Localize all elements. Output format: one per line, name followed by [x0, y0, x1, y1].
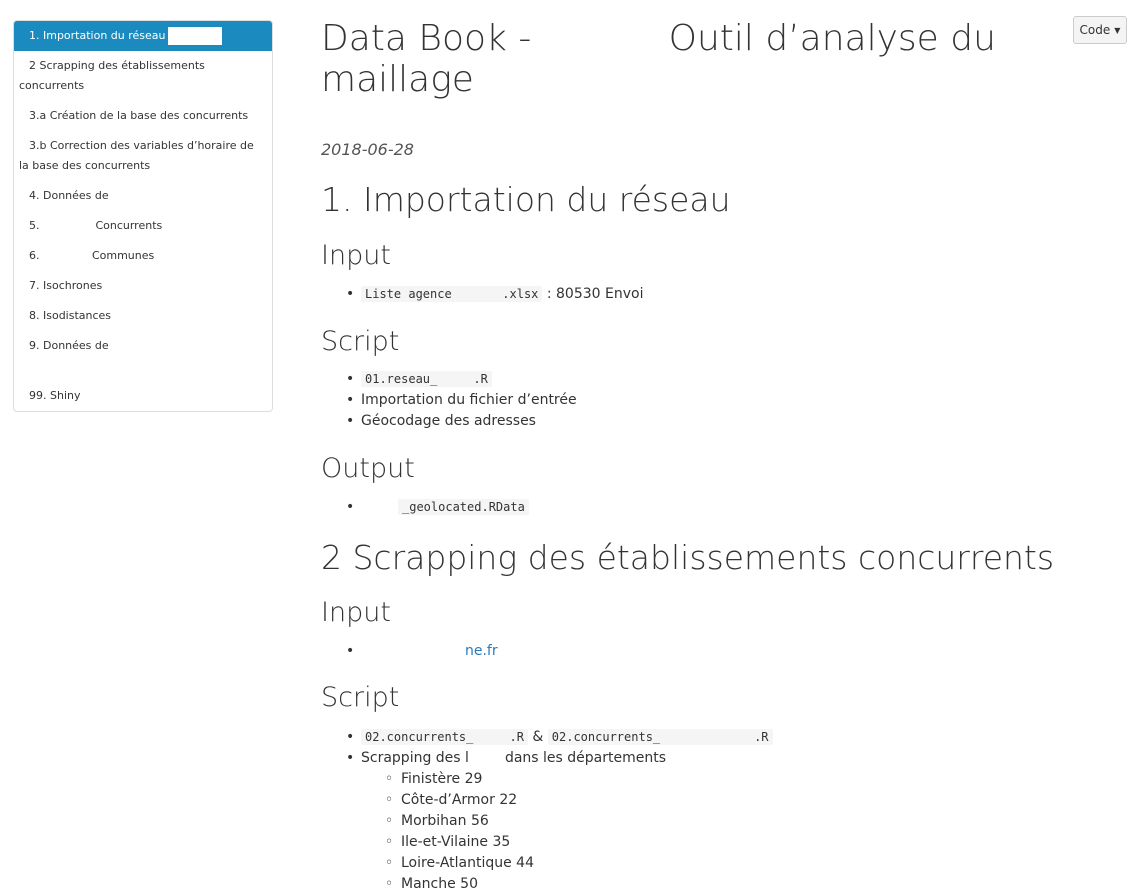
input-description: : 80530 Envoi — [546, 286, 644, 302]
toc-item-label: 3.a Création de la base des concurrents — [29, 109, 249, 122]
section1-output-heading: Output — [321, 453, 415, 484]
table-of-contents: 1. Importation du réseau 2 Scrapping des… — [13, 20, 273, 412]
caret-down-icon: ▼ — [1114, 25, 1121, 35]
list-item-text: Géocodage des adresses — [361, 413, 536, 429]
list-item: _geolocated.RData — [321, 497, 921, 518]
list-item: Ile-et-Vilaine 35 — [361, 832, 961, 853]
section1-output-list: _geolocated.RData — [321, 497, 921, 518]
section1-input-list: Liste agence .xlsx : 80530 Envoi — [321, 284, 921, 305]
toc-item-communes[interactable]: 6. Communes — [14, 241, 272, 271]
toc-item-label: 9. Données de — [29, 339, 109, 352]
toc-item-label: 4. Données de — [29, 189, 109, 202]
code-dropdown-button[interactable]: Code ▼ — [1073, 16, 1127, 44]
list-item: 01.reseau_ .R — [321, 369, 921, 390]
list-item: Côte-d’Armor 22 — [361, 790, 961, 811]
page-date: 2018-06-28 — [321, 140, 414, 159]
toc-item-label: 7. Isochrones — [29, 279, 103, 292]
section2-script-heading: Script — [321, 682, 400, 713]
scrap-text-start: Scrapping des l — [361, 750, 469, 766]
section2-input-heading: Input — [321, 597, 391, 628]
section1-script-heading: Script — [321, 326, 400, 357]
toc-item-donnees-9[interactable]: 9. Données de — [14, 331, 272, 381]
ampersand: & — [532, 729, 544, 745]
script-filename-a: 02.concurrents_ .R — [361, 729, 528, 745]
list-item: 02.concurrents_ .R & 02.concurrents_ .R — [321, 727, 961, 748]
script-filename: 01.reseau_ .R — [361, 371, 492, 387]
list-item: Manche 50 — [361, 874, 961, 895]
toc-item-isodistances[interactable]: 8. Isodistances — [14, 301, 272, 331]
toc-item-label: 1. Importation du réseau — [29, 29, 166, 42]
list-item-text: Importation du fichier d’entrée — [361, 392, 577, 408]
section2-input-list: ne.fr — [321, 641, 921, 662]
section2-script-list: 02.concurrents_ .R & 02.concurrents_ .R … — [321, 727, 961, 895]
list-item: Importation du fichier d’entrée — [321, 390, 921, 411]
source-link[interactable]: ne.fr — [465, 643, 498, 659]
section-heading-importation: 1. Importation du réseau — [321, 180, 731, 219]
toc-item-label: 8. Isodistances — [29, 309, 112, 322]
toc-item-creation-base[interactable]: 3.a Création de la base des concurrents — [14, 101, 272, 131]
toc-item-scrapping[interactable]: 2 Scrapping des établissements concurren… — [14, 51, 272, 101]
script-filename-b: 02.concurrents_ .R — [547, 729, 773, 745]
list-item: Scrapping des l dans les départements Fin… — [321, 748, 961, 895]
code-button-label: Code — [1079, 23, 1111, 37]
input-filename: Liste agence .xlsx — [361, 286, 543, 302]
toc-item-concurrents[interactable]: 5. Concurrents — [14, 211, 272, 241]
toc-item-label: 2 Scrapping des établissements concurren… — [19, 59, 205, 92]
section-heading-scrapping: 2 Scrapping des établissements concurren… — [321, 538, 1055, 577]
scrap-text-end: dans les départements — [504, 750, 666, 766]
list-item: ne.fr — [321, 641, 921, 662]
toc-item-correction-horaire[interactable]: 3.b Correction des variables d’horaire d… — [14, 131, 272, 181]
page-title: Data Book - Outil d’analyse du maillage — [321, 18, 1008, 100]
toc-item-label: 3.b Correction des variables d’horaire d… — [19, 139, 254, 172]
list-item: Morbihan 56 — [361, 811, 961, 832]
output-filename: _geolocated.RData — [398, 499, 529, 515]
list-item: Géocodage des adresses — [321, 411, 921, 432]
departments-list: Finistère 29 Côte-d’Armor 22 Morbihan 56… — [361, 769, 961, 895]
list-item: Loire-Atlantique 44 — [361, 853, 961, 874]
toc-item-donnees-4[interactable]: 4. Données de — [14, 181, 272, 211]
toc-item-label: 99. Shiny — [29, 389, 81, 402]
list-item: Finistère 29 — [361, 769, 961, 790]
toc-item-isochrones[interactable]: 7. Isochrones — [14, 271, 272, 301]
toc-item-label: 6. Communes — [29, 249, 155, 262]
toc-item-label: 5. Concurrents — [29, 219, 163, 232]
toc-item-importation[interactable]: 1. Importation du réseau — [14, 21, 272, 51]
section1-script-list: 01.reseau_ .R Importation du fichier d’e… — [321, 369, 921, 432]
section1-input-heading: Input — [321, 240, 391, 271]
list-item: Liste agence .xlsx : 80530 Envoi — [321, 284, 921, 305]
toc-item-shiny[interactable]: 99. Shiny — [14, 381, 272, 411]
